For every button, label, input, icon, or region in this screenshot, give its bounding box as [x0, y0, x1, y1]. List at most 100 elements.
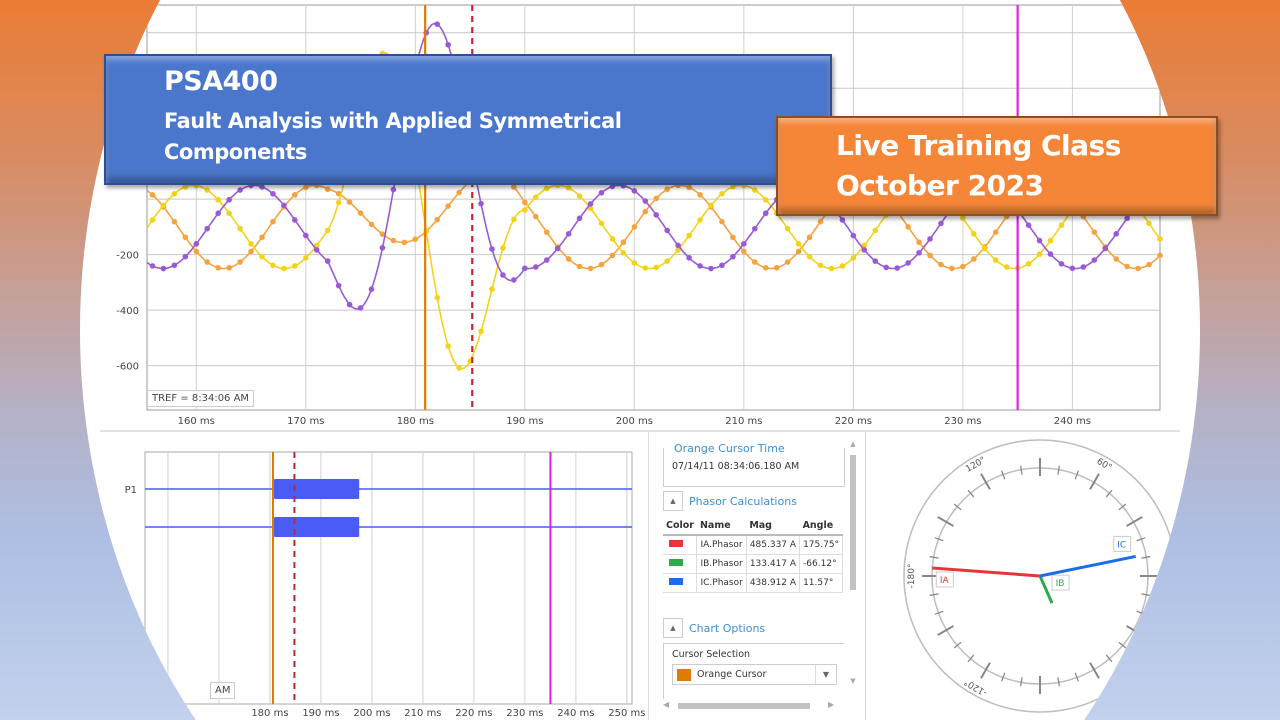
phasor-angle: 11.57° [799, 573, 844, 593]
scroll-down-icon[interactable]: ▼ [848, 677, 858, 685]
channel-label: P1 [125, 485, 137, 496]
phase-orange-point [456, 189, 462, 196]
phase-purple-point [554, 245, 561, 252]
phase-orange-point [686, 184, 692, 191]
phase-purple-point [872, 258, 879, 264]
phase-purple-point [675, 242, 681, 249]
phase-yellow-point [1003, 264, 1010, 270]
phase-yellow-point [445, 343, 451, 349]
x-tick-label: 240 ms [557, 708, 594, 719]
cursor-selection-label: Cursor Selection [672, 649, 751, 660]
phase-purple-point [861, 247, 868, 253]
angle-tick [1141, 593, 1151, 597]
phase-yellow-point [302, 255, 309, 261]
collapse-icon[interactable]: ▲ [663, 491, 683, 511]
phasor-diagram[interactable]: 120° 60°-180°-120°IA IBIC [866, 432, 1177, 720]
phase-purple-point [346, 301, 353, 308]
phase-yellow-point [565, 185, 572, 191]
phase-purple-point [850, 232, 857, 239]
phasor-calculations-header[interactable]: ▲ Phasor Calculations [663, 490, 797, 512]
scroll-right-icon[interactable]: ▶ [828, 700, 834, 709]
col-name: Name [696, 517, 747, 536]
x-tick-label: 250 ms [608, 708, 645, 719]
phase-purple-point [313, 247, 320, 253]
table-row[interactable]: IB.Phasor 133.417 A -66.12° [663, 554, 844, 574]
phase-yellow-point [324, 227, 331, 234]
x-tick-label: 190 ms [506, 416, 543, 427]
phase-yellow-point [292, 263, 298, 269]
phase-yellow-point [1146, 220, 1152, 227]
angle-label: -120° [963, 676, 990, 697]
phase-purple-point [226, 196, 232, 203]
phase-purple-point [1080, 264, 1087, 270]
phase-purple-point [160, 265, 167, 272]
phase-yellow-point [609, 236, 616, 242]
phase-orange-point [752, 259, 758, 265]
phase-purple-point [565, 231, 572, 237]
phase-yellow-point [478, 328, 484, 335]
phase-orange-point [445, 203, 451, 209]
phasor-label: IC [1117, 540, 1126, 550]
phase-yellow-point [160, 202, 167, 209]
phasor-name: IC.Phasor [696, 573, 747, 593]
phase-purple-point [1113, 231, 1119, 237]
phase-purple-point [324, 258, 331, 264]
phase-purple-point [379, 244, 386, 251]
phasor-mag: 485.337 A [746, 534, 801, 555]
table-row[interactable]: IA.Phasor 485.337 A 175.75° [663, 534, 844, 555]
phase-purple-point [390, 186, 397, 193]
phase-orange-point [784, 259, 791, 265]
phase-yellow-point [270, 262, 276, 269]
phase-orange-point [905, 224, 911, 230]
x-tick-label: 200 ms [616, 416, 653, 427]
x-tick-label: 220 ms [835, 416, 872, 427]
phase-orange-point [357, 210, 364, 216]
scroll-left-icon[interactable]: ◀ [663, 700, 669, 709]
phase-yellow-point [1157, 236, 1163, 242]
phase-purple-point [1124, 215, 1130, 222]
phase-purple-point [193, 241, 200, 247]
x-tick-label: 200 ms [353, 708, 390, 719]
vertical-scrollbar[interactable]: ▲ ▼ [848, 440, 858, 685]
phase-purple-point [357, 305, 364, 311]
table-row[interactable]: IC.Phasor 438.912 A 11.57° [663, 573, 844, 593]
phase-yellow-point [171, 190, 178, 197]
phase-orange-point [171, 218, 178, 225]
chart-options-header[interactable]: ▲ Chart Options [663, 617, 765, 639]
phase-purple-point [292, 217, 298, 223]
phase-purple-point [741, 241, 747, 247]
chevron-down-icon[interactable]: ▼ [815, 665, 836, 684]
phase-yellow-point [850, 255, 857, 261]
collapse-icon[interactable]: ▲ [663, 618, 683, 638]
phase-yellow-point [620, 249, 627, 256]
phase-purple-point [215, 210, 221, 217]
phasor-ib [1038, 575, 1054, 604]
phase-orange-point [511, 184, 517, 190]
orange-swatch [677, 668, 691, 681]
phase-orange-point [237, 259, 243, 265]
phase-orange-point [1135, 265, 1141, 272]
phase-orange-point [664, 186, 670, 193]
phase-orange-point [1124, 263, 1130, 270]
phase-orange-point [971, 256, 977, 262]
scrollbar-thumb[interactable] [678, 703, 810, 709]
phase-orange-point [762, 264, 769, 271]
horizontal-scrollbar[interactable]: ◀ ▶ [660, 700, 840, 712]
phasor-label: IB [1056, 579, 1065, 589]
phase-orange-point [642, 208, 649, 215]
phase-purple-point [653, 212, 660, 218]
phase-purple-point [719, 262, 725, 269]
phase-purple-point [642, 198, 649, 204]
digital-chart[interactable]: 180 ms 190 ms 200 ms 210 ms 220 ms 230 ms 240 … [100, 432, 648, 720]
phase-purple-point [543, 257, 550, 263]
phasor-name: IB.Phasor [696, 554, 747, 574]
scroll-up-icon[interactable]: ▲ [848, 440, 858, 448]
phase-purple-point [587, 201, 594, 207]
phase-orange-point [806, 234, 813, 241]
scrollbar-thumb[interactable] [850, 455, 856, 590]
x-tick-label: 240 ms [1054, 416, 1091, 427]
angle-tick [929, 555, 939, 559]
phase-yellow-point [719, 190, 725, 197]
cursor-selection-dropdown[interactable]: Orange Cursor ▼ [672, 664, 837, 685]
phase-yellow-point [259, 253, 265, 260]
